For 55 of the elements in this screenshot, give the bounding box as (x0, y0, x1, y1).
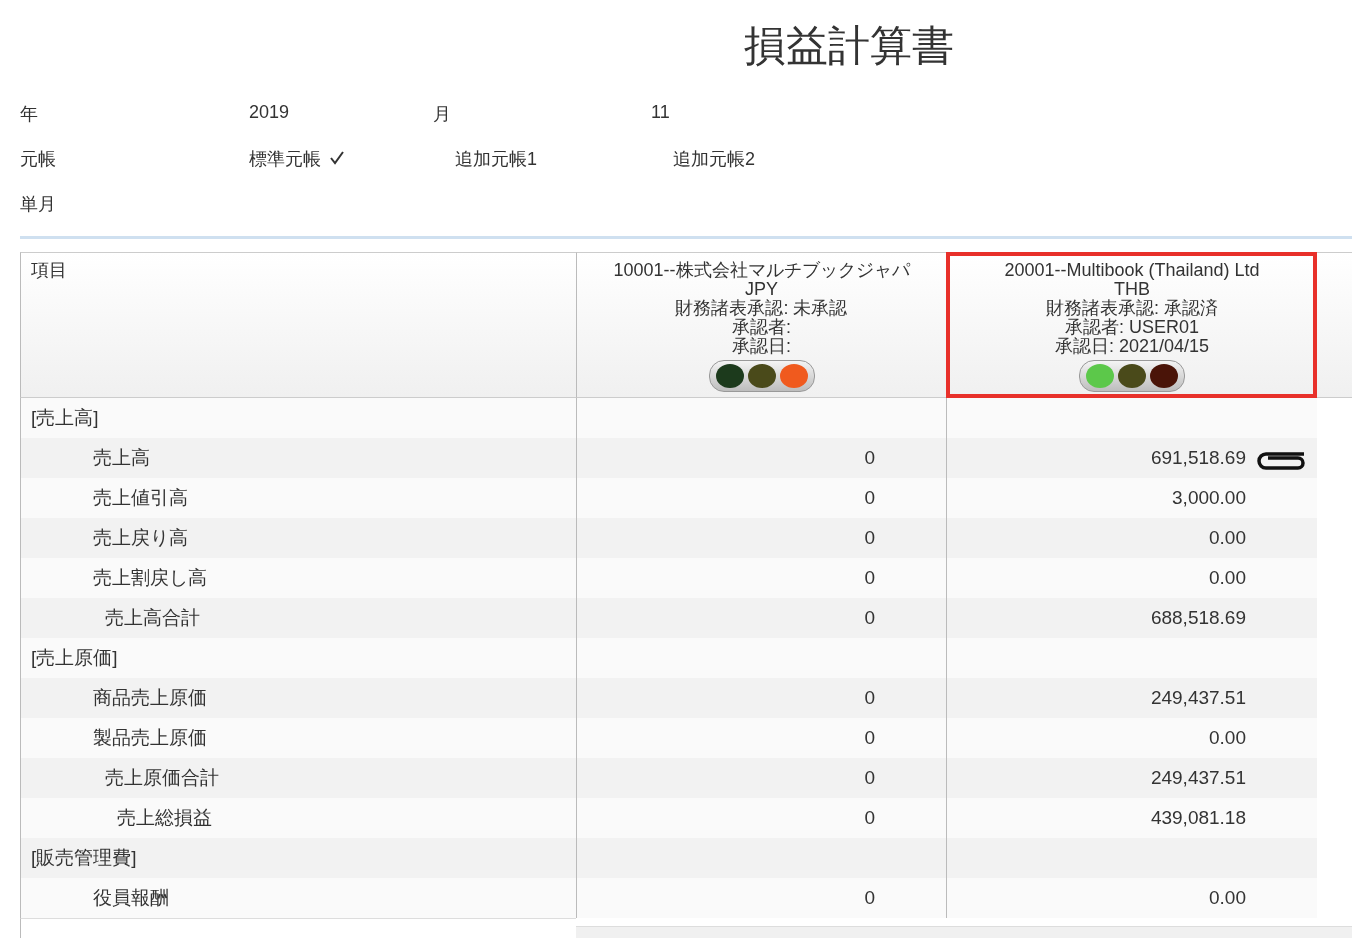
cell-value: 0.00 (1209, 567, 1246, 589)
header-line: 10001--株式会社マルチブックジャパ (613, 261, 910, 280)
row-label: 売上割戻し高 (20, 558, 576, 598)
header-line: THB (1114, 280, 1150, 299)
row-label: [売上高] (20, 398, 576, 438)
page-title: 損益計算書 (743, 21, 955, 71)
cell-value: 0 (864, 887, 875, 909)
cell-value: 0.00 (1209, 727, 1246, 749)
cell-value: 0 (864, 527, 875, 549)
field-label: 月 (433, 103, 451, 126)
cell-value: 439,081.18 (1150, 807, 1246, 829)
cell-value: 0 (864, 487, 875, 509)
scrollbar[interactable] (576, 926, 1352, 938)
field-label: 元帳 (20, 148, 56, 171)
field-label: 単月 (20, 193, 56, 216)
row-label: 売上値引高 (20, 478, 576, 518)
cell-value: 0 (864, 727, 875, 749)
cell-value: 0 (864, 607, 875, 629)
cell-value: 0 (864, 567, 875, 589)
cell-value: 688,518.69 (1150, 607, 1246, 629)
row-label: 売上高 (20, 438, 576, 478)
cell-value: 249,437.51 (1150, 767, 1246, 789)
row-label: 売上戻り高 (20, 518, 576, 558)
cell-value: 0.00 (1209, 887, 1246, 909)
header-line: 財務諸表承認: 承認済 (1046, 299, 1218, 318)
cell-value: 0 (864, 447, 875, 469)
ledger-option[interactable]: 追加元帳2 (673, 147, 755, 171)
row-label: 役員報酬 (20, 878, 576, 918)
row-label: 商品売上原価 (20, 678, 576, 718)
column-header-text: 項目 (30, 261, 67, 280)
header-line: 承認日: 2021/04/15 (1054, 337, 1210, 356)
ledger-option[interactable]: 追加元帳1 (455, 147, 537, 171)
row-label: [売上原価] (20, 638, 576, 678)
field-label: 年 (20, 103, 38, 126)
header-line: 承認日: (732, 337, 791, 356)
field-value: 11 (651, 102, 670, 123)
row-label: 売上総損益 (20, 798, 576, 838)
row-label: 売上高合計 (20, 598, 576, 638)
header-line: JPY (745, 280, 778, 299)
cell-value: 3,000.00 (1172, 487, 1246, 509)
header-line: 財務諸表承認: 未承認 (675, 299, 848, 318)
ledger-option[interactable]: 標準元帳 (249, 147, 321, 171)
header-line: 承認者: (732, 318, 791, 337)
field-value: 2019 (249, 102, 290, 123)
header-line: 承認者: USER01 (1064, 318, 1199, 337)
row-label: 製品売上原価 (20, 718, 576, 758)
cell-value: 0 (864, 687, 875, 709)
row-label: 売上原価合計 (20, 758, 576, 798)
header-line: 20001--Multibook (Thailand) Ltd (1004, 261, 1260, 280)
cell-value: 0 (864, 807, 875, 829)
cell-value: 0.00 (1209, 527, 1246, 549)
cell-value: 691,518.69 (1150, 447, 1246, 469)
row-label: [販売管理費] (20, 838, 576, 878)
cell-value: 0 (864, 767, 875, 789)
cell-value: 249,437.51 (1150, 687, 1246, 709)
